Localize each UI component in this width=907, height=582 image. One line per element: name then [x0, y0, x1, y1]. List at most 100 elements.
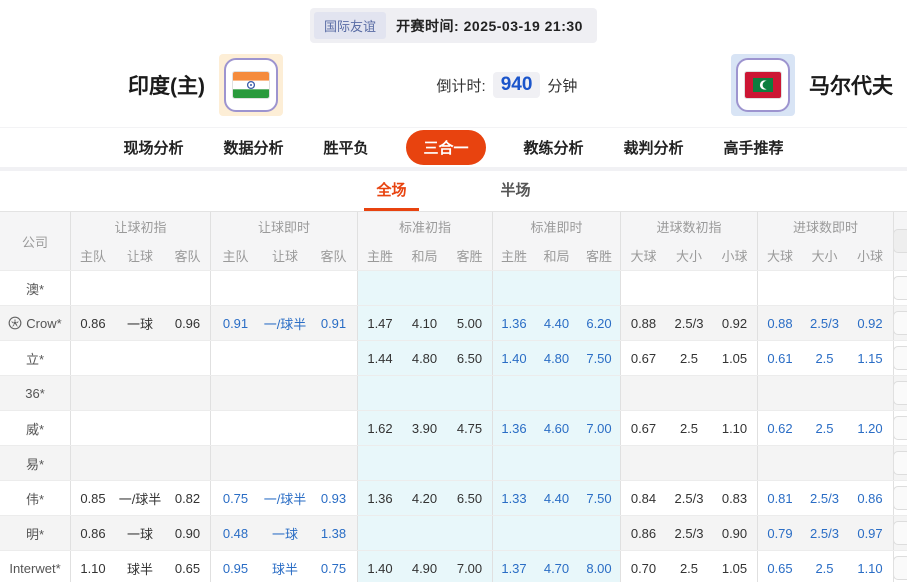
scrollbar-track[interactable]	[893, 376, 907, 410]
scrollbar-thumb[interactable]	[893, 451, 907, 475]
odds-cell[interactable]: 0.97	[847, 516, 893, 550]
odds-cell	[165, 341, 210, 375]
odds-cell[interactable]: 2.5/3	[802, 481, 847, 515]
nav-tab-2[interactable]: 数据分析	[221, 131, 285, 164]
odds-cell[interactable]: 4.40	[535, 306, 578, 340]
odds-cell[interactable]: 7.00	[578, 411, 620, 445]
nav-tab-6[interactable]: 裁判分析	[622, 131, 686, 164]
odds-cell[interactable]: 2.5/3	[802, 516, 847, 550]
odds-cell[interactable]: 2.5	[802, 411, 847, 445]
subtab-2[interactable]: 半场	[489, 170, 543, 211]
odds-cell: 0.88	[620, 306, 666, 340]
odds-cell[interactable]: 0.48	[210, 516, 260, 550]
odds-cell[interactable]: 4.40	[535, 481, 578, 515]
nav-tab-5[interactable]: 教练分析	[522, 131, 586, 164]
scrollbar-thumb[interactable]	[893, 486, 907, 510]
odds-cell[interactable]: 1.33	[492, 481, 535, 515]
company-cell[interactable]: 36*	[0, 376, 70, 410]
scrollbar-thumb[interactable]	[893, 381, 907, 405]
scrollbar-track[interactable]	[893, 551, 907, 582]
odds-cell[interactable]: 0.93	[310, 481, 357, 515]
odds-cell[interactable]: 2.5/3	[802, 306, 847, 340]
odds-cell[interactable]: 一/球半	[260, 481, 310, 515]
odds-cell: 0.96	[165, 306, 210, 340]
odds-cell: 4.75	[447, 411, 492, 445]
scrollbar-track[interactable]	[893, 341, 907, 375]
company-cell[interactable]: 威*	[0, 411, 70, 445]
odds-cell[interactable]: 1.10	[847, 551, 893, 582]
odds-cell[interactable]: 0.62	[757, 411, 802, 445]
odds-cell[interactable]: 0.61	[757, 341, 802, 375]
odds-cell[interactable]: 0.65	[757, 551, 802, 582]
league-badge[interactable]: 国际友谊	[314, 12, 386, 39]
odds-cell[interactable]: 1.36	[492, 306, 535, 340]
scrollbar-thumb[interactable]	[893, 311, 907, 335]
odds-cell[interactable]: 4.60	[535, 411, 578, 445]
company-cell[interactable]: Interwet*	[0, 551, 70, 582]
odds-cell[interactable]: 0.81	[757, 481, 802, 515]
match-info-bar: 国际友谊 开赛时间: 2025-03-19 21:30	[0, 8, 907, 43]
odds-cell[interactable]: 1.36	[492, 411, 535, 445]
odds-cell[interactable]: 球半	[260, 551, 310, 582]
group-header-3: 标准初指	[357, 212, 492, 241]
odds-cell[interactable]: 7.50	[578, 341, 620, 375]
odds-cell[interactable]: 1.37	[492, 551, 535, 582]
odds-cell[interactable]: 7.50	[578, 481, 620, 515]
sub-header: 让球	[115, 241, 165, 270]
odds-cell[interactable]: 2.5	[802, 551, 847, 582]
odds-cell[interactable]: 0.92	[847, 306, 893, 340]
odds-cell[interactable]: 6.20	[578, 306, 620, 340]
company-cell[interactable]: 伟*	[0, 481, 70, 515]
odds-cell[interactable]: 0.91	[210, 306, 260, 340]
odds-cell[interactable]: 一/球半	[260, 306, 310, 340]
nav-tab-1[interactable]: 现场分析	[121, 131, 185, 164]
odds-cell[interactable]: 2.5	[802, 341, 847, 375]
scrollbar-thumb[interactable]	[893, 346, 907, 370]
scrollbar-track[interactable]	[893, 212, 907, 270]
scrollbar-track[interactable]	[893, 271, 907, 305]
odds-cell: 1.05	[712, 551, 757, 582]
maldives-flag-icon	[744, 71, 782, 99]
company-cell[interactable]: 明*	[0, 516, 70, 550]
company-cell[interactable]: Crow*	[0, 306, 70, 340]
scrollbar-thumb[interactable]	[893, 229, 907, 253]
company-cell[interactable]: 澳*	[0, 271, 70, 305]
scrollbar-track[interactable]	[893, 306, 907, 340]
odds-cell[interactable]: 0.75	[210, 481, 260, 515]
scrollbar-track[interactable]	[893, 481, 907, 515]
scrollbar-thumb[interactable]	[893, 556, 907, 580]
odds-cell[interactable]: 一球	[260, 516, 310, 550]
nav-tab-3[interactable]: 胜平负	[321, 131, 370, 164]
company-cell[interactable]: 易*	[0, 446, 70, 480]
odds-cell	[535, 516, 578, 550]
odds-cell	[357, 271, 402, 305]
scrollbar-track[interactable]	[893, 446, 907, 480]
nav-tab-4[interactable]: 三合一	[406, 130, 485, 165]
odds-cell[interactable]: 4.80	[535, 341, 578, 375]
sub-header: 主队	[210, 241, 260, 270]
odds-cell[interactable]: 0.86	[847, 481, 893, 515]
odds-cell[interactable]: 1.38	[310, 516, 357, 550]
odds-cell[interactable]: 1.20	[847, 411, 893, 445]
scrollbar-thumb[interactable]	[893, 521, 907, 545]
odds-cell[interactable]: 0.79	[757, 516, 802, 550]
odds-cell[interactable]: 0.88	[757, 306, 802, 340]
company-cell[interactable]: 立*	[0, 341, 70, 375]
scrollbar-thumb[interactable]	[893, 276, 907, 300]
home-flag-card	[219, 54, 283, 116]
odds-cell[interactable]: 1.40	[492, 341, 535, 375]
odds-cell[interactable]: 1.15	[847, 341, 893, 375]
nav-tab-7[interactable]: 高手推荐	[722, 131, 786, 164]
scrollbar-track[interactable]	[893, 411, 907, 445]
odds-cell[interactable]: 0.95	[210, 551, 260, 582]
odds-cell[interactable]: 0.91	[310, 306, 357, 340]
scrollbar-thumb[interactable]	[893, 416, 907, 440]
odds-cell	[310, 341, 357, 375]
subtab-1[interactable]: 全场	[364, 170, 418, 211]
scrollbar-track[interactable]	[893, 516, 907, 550]
odds-cell[interactable]: 0.75	[310, 551, 357, 582]
odds-cell[interactable]: 4.70	[535, 551, 578, 582]
odds-cell[interactable]: 8.00	[578, 551, 620, 582]
bookmaker-logo-icon	[8, 316, 22, 330]
odds-cell	[70, 446, 115, 480]
